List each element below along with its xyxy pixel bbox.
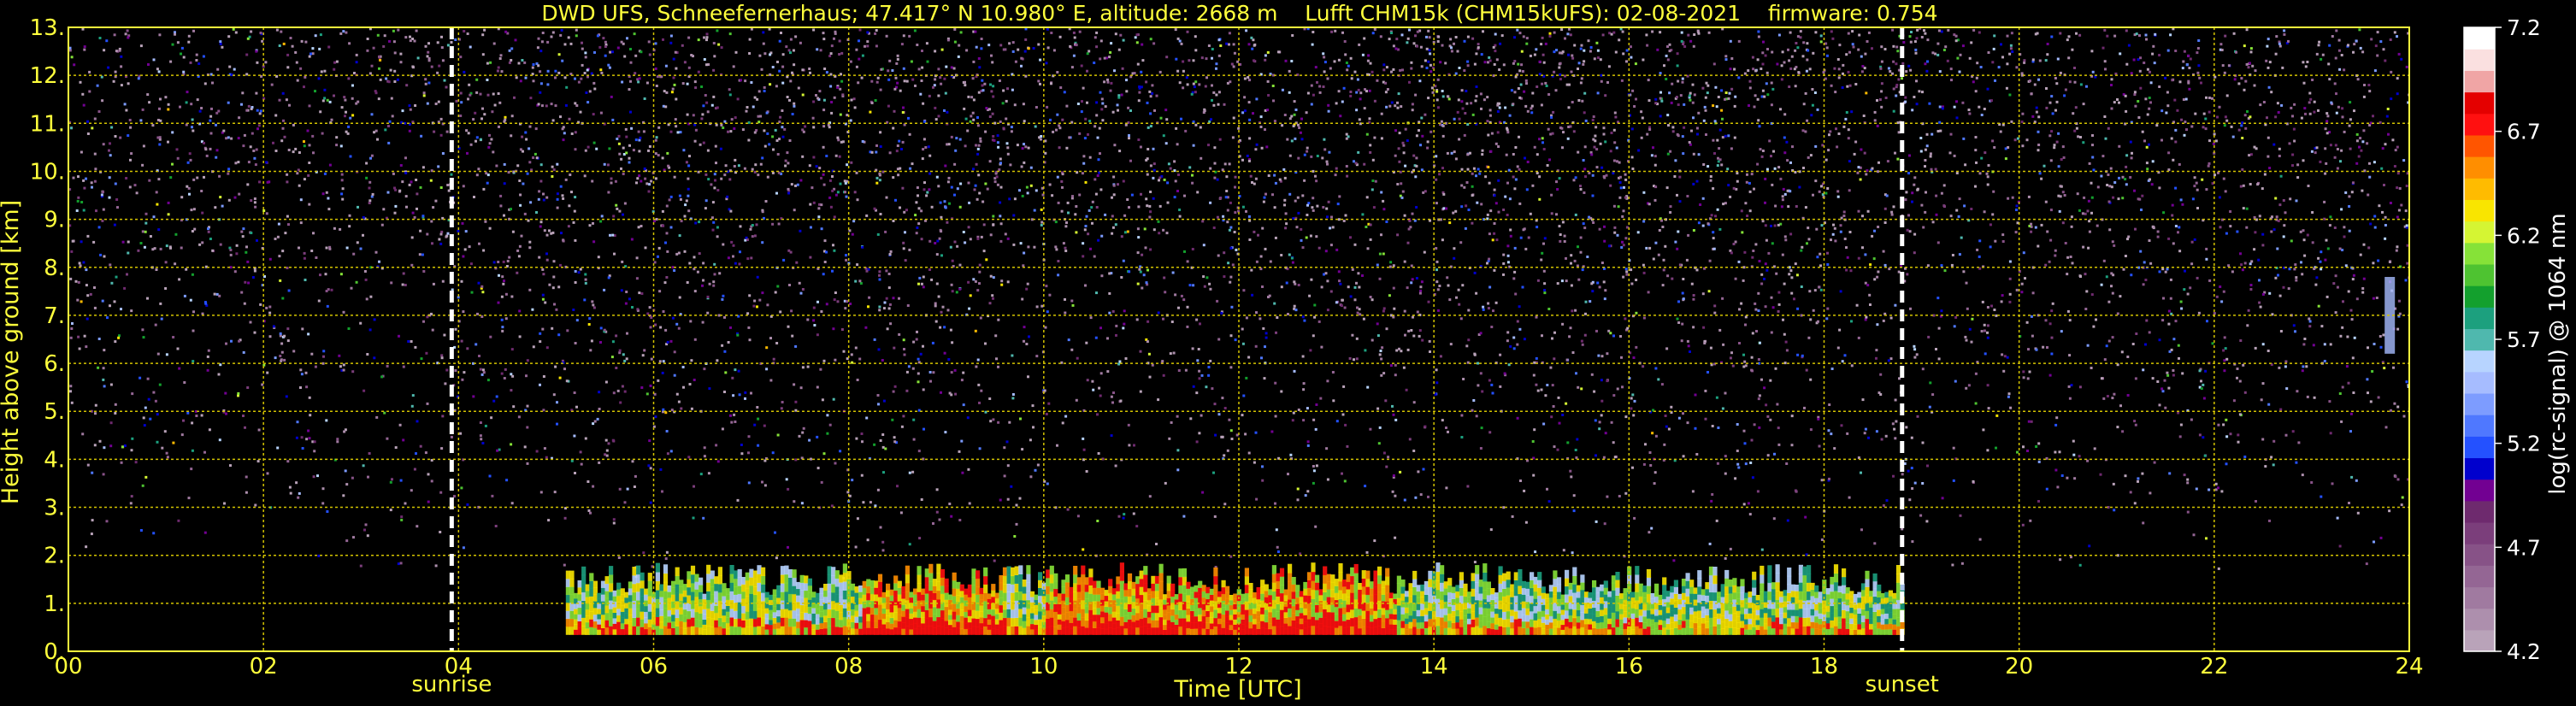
colorbar-segment (2464, 156, 2495, 179)
colorbar-segment (2464, 91, 2495, 115)
colorbar-segment (2464, 479, 2495, 502)
colorbar-segment (2464, 70, 2495, 93)
colorbar-segment (2464, 350, 2495, 373)
colorbar-segment (2464, 457, 2495, 480)
y-tick-label: 9. (44, 208, 65, 233)
colorbar-segment (2464, 221, 2495, 244)
x-tick-label: 04 (445, 654, 473, 680)
colorbar-segment (2464, 392, 2495, 415)
y-tick-label: 13. (30, 15, 65, 41)
marker-label-sunset: sunset (1866, 672, 1939, 697)
colorbar-segment (2464, 27, 2495, 50)
colorbar-segment (2464, 307, 2495, 330)
colorbar-segment (2464, 500, 2495, 523)
x-tick-label: 10 (1029, 654, 1058, 680)
y-tick-label: 10. (30, 159, 65, 185)
colorbar-segment (2464, 134, 2495, 157)
colorbar-tick-label: 5.7 (2507, 327, 2541, 352)
plot-area: sunrise sunset00 02 04 06 08 10 12 14 16 18 20 22 240… (30, 15, 2424, 697)
y-tick-label: 11. (30, 111, 65, 137)
x-tick-label: 18 (1810, 654, 1838, 680)
y-axis-label: Height above ground [km] (0, 200, 24, 504)
colorbar-segment (2464, 328, 2495, 351)
colorbar-segment (2464, 263, 2495, 286)
x-tick-label: 22 (2200, 654, 2228, 680)
x-tick-label: 06 (640, 654, 668, 680)
x-tick-label: 08 (834, 654, 863, 680)
colorbar-tick-label: 7.2 (2507, 15, 2541, 40)
colorbar-segment (2464, 586, 2495, 609)
colorbar-segment (2464, 49, 2495, 71)
colorbar-segment (2464, 242, 2495, 265)
colorbar-tick-label: 6.7 (2507, 120, 2541, 144)
y-tick-label: 3. (44, 496, 65, 521)
x-tick-label: 14 (1420, 654, 1448, 680)
y-tick-label: 2. (44, 544, 65, 569)
colorbar-segment (2464, 565, 2495, 588)
x-tick-label: 16 (1615, 654, 1643, 680)
colorbar-segment (2464, 285, 2495, 308)
colorbar-segment (2464, 415, 2495, 437)
colorbar-segment (2464, 436, 2495, 459)
y-tick-label: 1. (44, 591, 65, 617)
colorbar-segment (2464, 113, 2495, 136)
x-axis-label: Time [UTC] (1173, 676, 1301, 703)
y-tick-label: 6. (44, 351, 65, 377)
colorbar-tick-label: 5.2 (2507, 432, 2541, 456)
colorbar-segment (2464, 608, 2495, 631)
y-tick-label: 4. (44, 447, 65, 473)
colorbar-tick-label: 6.2 (2507, 223, 2541, 248)
colorbar-tick-label: 4.2 (2507, 639, 2541, 664)
x-tick-label: 24 (2395, 654, 2423, 680)
y-tick-label: 12. (30, 63, 65, 89)
colorbar-segment (2464, 199, 2495, 222)
x-tick-label: 02 (250, 654, 278, 680)
colorbar-segment (2464, 544, 2495, 566)
y-tick-label: 7. (44, 303, 65, 329)
y-tick-label: 5. (44, 399, 65, 425)
colorbar-segment (2464, 178, 2495, 200)
chart-title: DWD UFS, Schneefernerhaus; 47.417° N 10.… (541, 1, 1937, 26)
colorbar-label: log(rc-signal) @ 1064 nm (2545, 213, 2571, 494)
colorbar-segment (2464, 371, 2495, 394)
y-tick-label: 8. (44, 256, 65, 281)
y-tick-label: 0. (44, 639, 65, 665)
colorbar-segment (2464, 521, 2495, 544)
ceilometer-figure: DWD UFS, Schneefernerhaus; 47.417° N 10.… (0, 0, 2576, 706)
x-tick-label: 20 (2005, 654, 2033, 680)
colorbar-segment (2464, 629, 2495, 652)
colorbar-tick-label: 4.7 (2507, 535, 2541, 560)
